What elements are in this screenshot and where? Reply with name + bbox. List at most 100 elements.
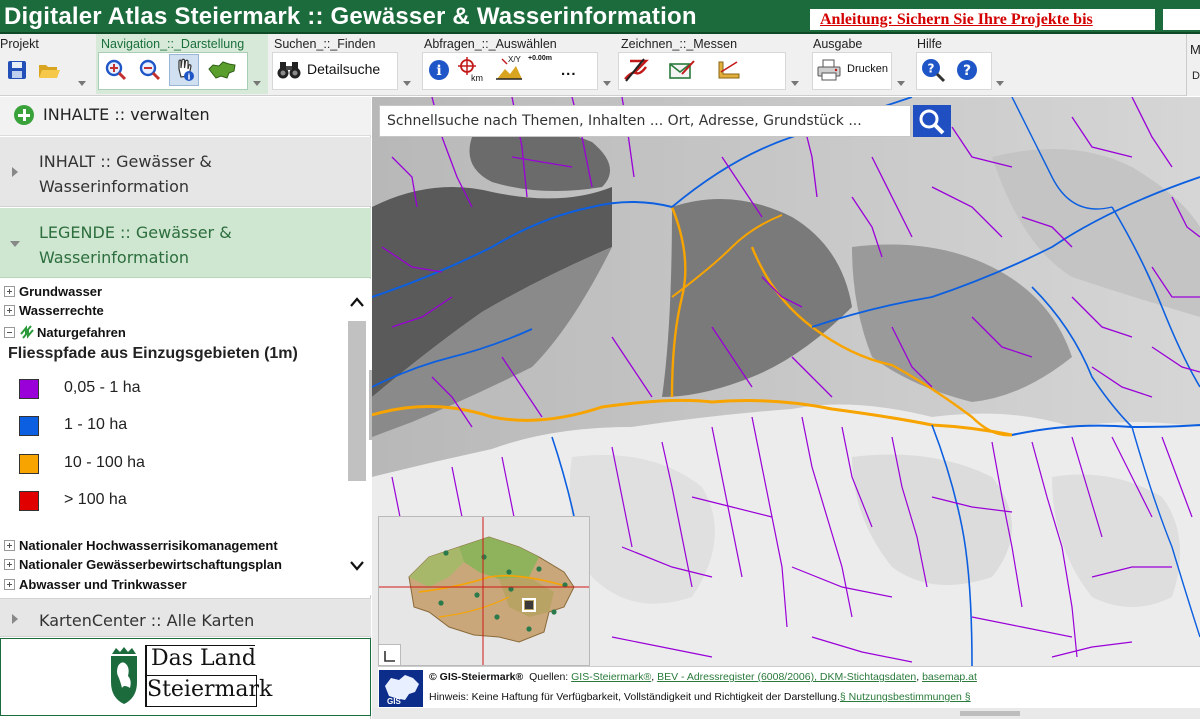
- printer-icon: [817, 59, 841, 81]
- land-steiermark-logo[interactable]: Das Land Steiermark: [0, 638, 371, 716]
- info-query-button[interactable]: i: [424, 54, 454, 86]
- overview-toggle-button[interactable]: [379, 644, 401, 665]
- styria-map-icon: [208, 61, 236, 79]
- toolbar-overflow-panel: M D: [1186, 34, 1200, 96]
- scrollbar-thumb[interactable]: [348, 321, 366, 481]
- map-view[interactable]: GIS © GIS-Steiermark® Quellen: GIS-Steie…: [372, 97, 1200, 708]
- ausgabe-dropdown-arrow[interactable]: [895, 78, 907, 88]
- resize-corner-icon: [384, 651, 395, 662]
- help-search-button[interactable]: ?: [918, 54, 948, 86]
- zoom-in-icon: [105, 59, 127, 81]
- detail-search-icon-button[interactable]: [274, 54, 304, 86]
- navigation-dropdown-arrow[interactable]: [251, 78, 263, 88]
- legend-scrollbar[interactable]: [347, 289, 367, 579]
- overflow-label-top[interactable]: M: [1190, 42, 1200, 57]
- suchen-dropdown-arrow[interactable]: [401, 78, 413, 88]
- tree-item-hochwasser[interactable]: Nationaler Hochwasserrisikomanagement: [4, 538, 278, 553]
- group-label-abfragen: Abfragen_::_Auswählen: [424, 37, 557, 51]
- flow-arrows-icon: [19, 325, 37, 342]
- zoom-in-button[interactable]: [101, 54, 131, 86]
- manage-contents-header[interactable]: INHALTE :: verwalten: [0, 97, 371, 136]
- overflow-label-bottom[interactable]: D: [1192, 70, 1200, 82]
- group-label-hilfe: Hilfe: [917, 37, 943, 51]
- quick-search-input[interactable]: [380, 106, 910, 136]
- draw-button[interactable]: [621, 54, 651, 86]
- map-horizontal-scrollbar[interactable]: [372, 708, 1200, 719]
- crosshair-km-icon: km: [458, 57, 483, 83]
- full-extent-button[interactable]: [205, 54, 239, 86]
- detail-search-button[interactable]: Detailsuche: [307, 61, 380, 77]
- floppy-disk-icon: [8, 61, 26, 79]
- pan-hand-button[interactable]: i: [169, 54, 199, 86]
- tree-item-naturgefahren[interactable]: Naturgefahren: [4, 325, 126, 342]
- quick-search-button[interactable]: [913, 105, 951, 137]
- map-attribution: GIS © GIS-Steiermark® Quellen: GIS-Steie…: [378, 666, 1200, 708]
- zoom-out-button[interactable]: [135, 54, 165, 86]
- legend-title: Fliesspfade aus Einzugsgebieten (1m): [8, 345, 298, 362]
- distance-query-button[interactable]: km: [456, 54, 486, 86]
- tree-item-grundwasser[interactable]: Grundwasser: [4, 284, 102, 299]
- accordion-inhalt[interactable]: INHALT :: Gewässer & Wasserinformation: [0, 137, 371, 207]
- svg-text:GIS: GIS: [387, 697, 401, 706]
- tree-item-gewaesserplan[interactable]: Nationaler Gewässerbewirtschaftungsplan: [4, 557, 282, 572]
- coordinate-query-button[interactable]: X/Y: [494, 52, 524, 84]
- add-content-icon[interactable]: [14, 105, 34, 125]
- chevron-right-icon: [12, 614, 18, 624]
- toolbar-group-navigation: Navigation_::_Darstellung i: [96, 34, 270, 94]
- projekt-dropdown-arrow[interactable]: [76, 78, 88, 88]
- sidebar: INHALTE :: verwalten INHALT :: Gewässer …: [0, 97, 371, 719]
- expand-icon[interactable]: [4, 579, 15, 590]
- toolbar-group-projekt: Projekt: [0, 34, 96, 94]
- scroll-down-icon[interactable]: [350, 561, 364, 571]
- toolbar-group-abfragen: Abfragen_::_Auswählen i km X/Y +0.00m ..…: [422, 34, 616, 94]
- send-drawing-button[interactable]: [666, 54, 696, 86]
- gis-steiermark-logo[interactable]: GIS: [379, 670, 423, 707]
- copyright-text: © GIS-Steiermark®: [429, 671, 524, 683]
- height-label: +0.00m: [528, 55, 552, 62]
- source-link-bev[interactable]: BEV - Adressregister (6008/2006), DKM-St…: [657, 671, 916, 683]
- accordion-legende-label: LEGENDE :: Gewässer & Wasserinformation: [39, 223, 232, 267]
- accordion-legende[interactable]: LEGENDE :: Gewässer & Wasserinformation: [0, 208, 371, 278]
- save-project-button[interactable]: [2, 54, 32, 86]
- svg-text:i: i: [188, 73, 191, 82]
- expand-icon[interactable]: [4, 540, 15, 551]
- zeichnen-dropdown-arrow[interactable]: [789, 78, 801, 88]
- search-icon: [919, 109, 945, 135]
- print-button[interactable]: Drucken: [847, 63, 888, 75]
- help-icon: ?: [957, 60, 977, 80]
- tree-item-abwasser[interactable]: Abwasser und Trinkwasser: [4, 577, 187, 592]
- attribution-line-hint: Hinweis: Keine Haftung für Verfügbarkeit…: [429, 691, 971, 703]
- source-link-gis[interactable]: GIS-Steiermark®: [571, 671, 651, 683]
- collapse-icon[interactable]: [4, 327, 15, 338]
- scroll-up-icon[interactable]: [350, 297, 364, 307]
- group-label-ausgabe: Ausgabe: [813, 37, 863, 51]
- map-scroll-thumb[interactable]: [960, 711, 1020, 716]
- manage-contents-label: INHALTE :: verwalten: [43, 105, 210, 124]
- accordion-inhalt-label: INHALT :: Gewässer & Wasserinformation: [39, 152, 212, 196]
- legend-swatch: [19, 491, 39, 511]
- legend-item-label: 0,05 - 1 ha: [64, 379, 141, 396]
- expand-icon[interactable]: [4, 559, 15, 570]
- toolbar-group-suchen: Suchen_::_Finden Detailsuche: [272, 34, 420, 94]
- expand-icon[interactable]: [4, 286, 15, 297]
- measure-button[interactable]: [714, 54, 744, 86]
- liability-hint: Hinweis: Keine Haftung für Verfügbarkeit…: [429, 691, 840, 703]
- legend-swatch: [19, 416, 39, 436]
- printer-icon-button[interactable]: [814, 54, 844, 86]
- hilfe-dropdown-arrow[interactable]: [994, 78, 1006, 88]
- abfragen-dropdown-arrow[interactable]: [601, 78, 613, 88]
- source-link-basemap[interactable]: basemap.at: [922, 671, 977, 683]
- expand-icon[interactable]: [4, 305, 15, 316]
- open-project-button[interactable]: [34, 54, 64, 86]
- more-query-tools-button[interactable]: ...: [561, 62, 577, 79]
- accordion-kartencenter[interactable]: KartenCenter :: Alle Karten: [0, 598, 371, 637]
- toolbar-group-hilfe: Hilfe ? ?: [916, 34, 1010, 94]
- overview-map[interactable]: [378, 516, 590, 666]
- quick-search-box[interactable]: [379, 105, 911, 137]
- title-bar: Digitaler Atlas Steiermark :: Gewässer &…: [0, 0, 1200, 34]
- news-ticker-link[interactable]: Anleitung: Sichern Sie Ihre Projekte bis: [810, 9, 1155, 30]
- xy-height-icon: X/Y: [496, 55, 522, 80]
- tree-item-wasserrechte[interactable]: Wasserrechte: [4, 303, 104, 318]
- help-button[interactable]: ?: [952, 54, 982, 86]
- terms-of-use-link[interactable]: § Nutzungsbestimmungen §: [840, 691, 971, 703]
